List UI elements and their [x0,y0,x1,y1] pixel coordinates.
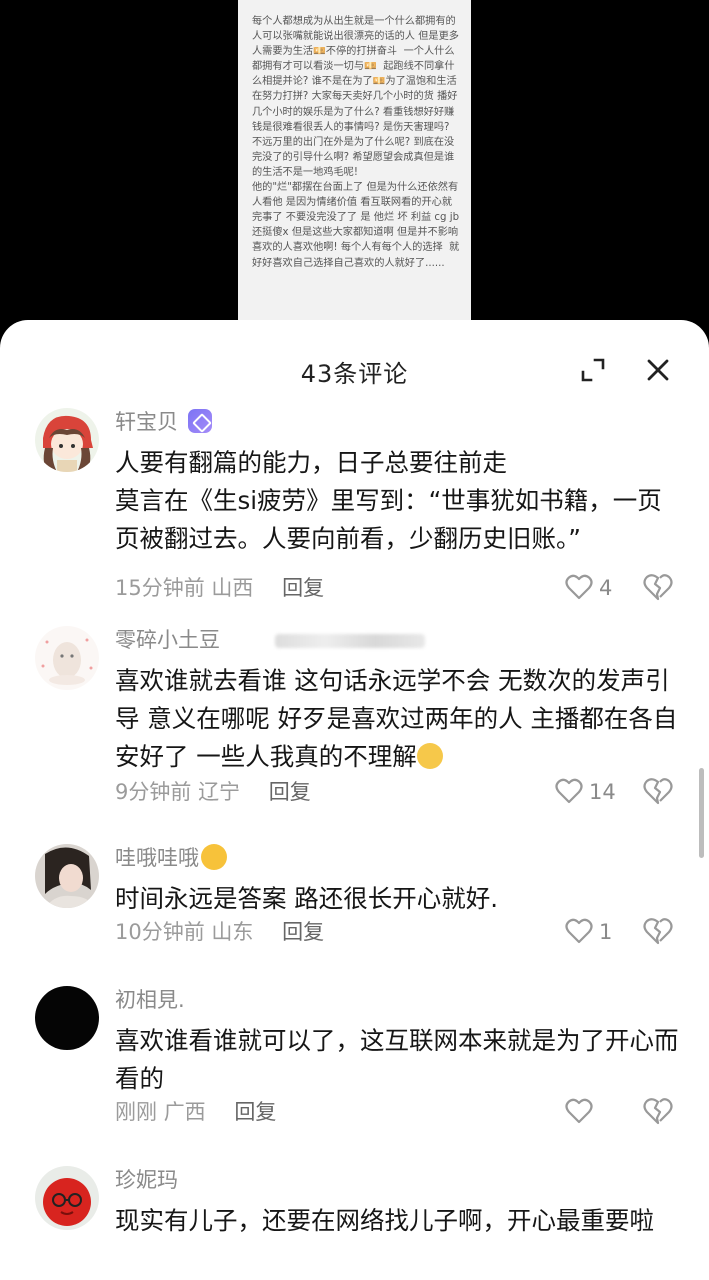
like-button[interactable]: 14 [555,777,635,807]
heart-icon [565,918,593,944]
username[interactable]: 哇哦哇哦 [115,844,227,872]
avatar[interactable] [35,408,99,472]
comment-sheet: 43条评论 轩宝贝 人要有翻篇的能力，日子总要往前走 莫言在《生si疲劳》里写到… [0,320,709,1280]
dislike-button[interactable] [643,573,673,603]
heart-icon [555,778,583,804]
comment-meta: 9分钟前 辽宁 回复 [115,778,311,806]
crying-emoji-icon [416,743,443,769]
comment-meta: 15分钟前 山西 回复 [115,574,324,602]
comment-time: 15分钟前 [115,576,205,600]
username[interactable]: 初相見. [115,986,185,1014]
like-count: 1 [599,920,613,944]
broken-heart-icon [643,1098,673,1125]
heart-icon [565,1098,593,1124]
comment-time: 10分钟前 [115,920,205,944]
username-text[interactable]: 零碎小土豆 [115,628,220,652]
scrollbar[interactable] [699,768,704,858]
video-preview[interactable]: 每个人都想成为从出生就是一个什么都拥有的人可以张嘴就能说出很漂亮的话的人 但是更… [0,0,709,360]
reply-button[interactable]: 回复 [269,780,311,804]
video-text-card: 每个人都想成为从出生就是一个什么都拥有的人可以张嘴就能说出很漂亮的话的人 但是更… [238,0,471,330]
comment-text-content: 喜欢谁就去看谁 这句话永远学不会 无数次的发声引导 意义在哪呢 好歹是喜欢过两年… [115,666,678,771]
video-text: 每个人都想成为从出生就是一个什么都拥有的人可以张嘴就能说出很漂亮的话的人 但是更… [252,16,460,269]
heart-icon [565,574,593,600]
comment-item: 初相見. 喜欢谁看谁就可以了，这互联网本来就是为了开心而看的 刚刚 广西 回复 [0,986,709,1136]
comment-meta: 10分钟前 山东 回复 [115,918,324,946]
username[interactable]: 轩宝贝 [115,408,212,436]
username-text[interactable]: 哇哦哇哦 [115,846,199,870]
blurred-tag [275,634,425,648]
comment-time: 刚刚 [115,1100,157,1124]
level-badge-icon [188,409,212,433]
comment-text: 喜欢谁就去看谁 这句话永远学不会 无数次的发声引导 意义在哪呢 好歹是喜欢过两年… [115,662,680,776]
like-button[interactable] [565,1097,645,1127]
broken-heart-icon [643,918,673,945]
username-text[interactable]: 轩宝贝 [115,410,178,434]
username[interactable]: 零碎小土豆 [115,626,220,654]
like-count: 4 [599,576,613,600]
avatar[interactable] [35,844,99,908]
comment-time: 9分钟前 [115,780,192,804]
comment-location: 广西 [163,1100,206,1124]
comment-location: 辽宁 [198,780,241,804]
broken-heart-icon [643,778,673,805]
comment-item: 珍妮玛 现实有儿子，还要在网络找儿子啊，开心最重要啦 [0,1166,709,1280]
comment-text: 喜欢谁看谁就可以了，这互联网本来就是为了开心而看的 [115,1026,679,1093]
expand-icon[interactable] [580,357,606,383]
reply-button[interactable]: 回复 [282,576,324,600]
comment-text: 现实有儿子，还要在网络找儿子啊，开心最重要啦 [115,1206,654,1235]
dislike-button[interactable] [643,777,673,807]
comment-text: 人要有翻篇的能力，日子总要往前走 莫言在《生si疲劳》里写到：“世事犹如书籍，一… [115,448,662,553]
reply-button[interactable]: 回复 [234,1100,276,1124]
avatar[interactable] [35,626,99,690]
comment-item: 轩宝贝 人要有翻篇的能力，日子总要往前走 莫言在《生si疲劳》里写到：“世事犹如… [0,408,709,601]
comment-text: 时间永远是答案 路还很长开心就好. [115,884,499,913]
like-count: 14 [589,780,616,804]
comment-item: 哇哦哇哦 时间永远是答案 路还很长开心就好. 10分钟前 山东 回复 1 [0,844,709,964]
like-button[interactable]: 4 [565,573,645,603]
close-icon[interactable] [645,357,671,383]
username-text[interactable]: 珍妮玛 [115,1168,178,1192]
username[interactable]: 珍妮玛 [115,1166,178,1194]
comment-meta: 刚刚 广西 回复 [115,1098,276,1126]
comment-location: 山西 [211,576,254,600]
reply-button[interactable]: 回复 [282,920,324,944]
avatar[interactable] [35,986,99,1050]
dislike-button[interactable] [643,917,673,947]
dislike-button[interactable] [643,1097,673,1127]
avatar[interactable] [35,1166,99,1230]
hugging-emoji-icon [201,844,227,870]
username-text[interactable]: 初相見. [115,988,185,1012]
broken-heart-icon [643,574,673,601]
comment-location: 山东 [211,920,254,944]
like-button[interactable]: 1 [565,917,645,947]
comment-item: 零碎小土豆 喜欢谁就去看谁 这句话永远学不会 无数次的发声引导 意义在哪呢 好歹… [0,626,709,826]
